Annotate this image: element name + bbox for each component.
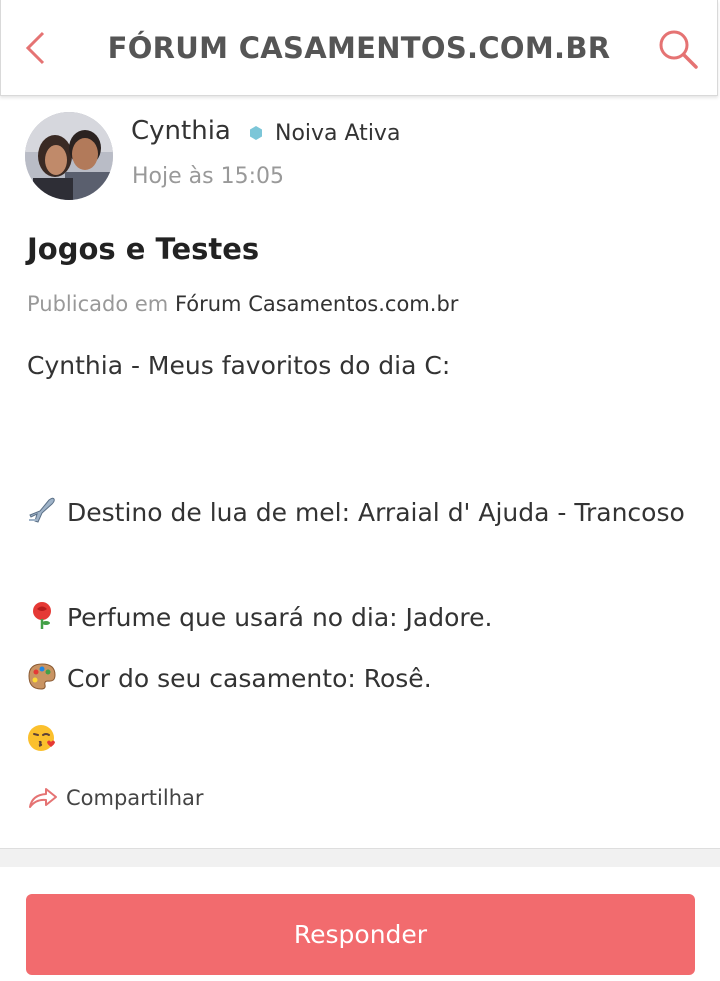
kiss-face-icon	[28, 725, 55, 751]
avatar[interactable]	[25, 112, 113, 200]
share-arrow-icon	[29, 788, 57, 808]
share-label: Compartilhar	[66, 786, 204, 810]
palette-icon	[28, 663, 56, 690]
post-line-perfume: Perfume que usará no dia: Jadore.	[27, 597, 697, 639]
search-icon[interactable]	[657, 28, 699, 70]
hexagon-badge-icon	[250, 126, 262, 140]
post-line-destino-text: Destino de lua de mel: Arraial d' Ajuda …	[67, 498, 685, 527]
airplane-icon	[29, 497, 55, 523]
post-line-destino: Destino de lua de mel: Arraial d' Ajuda …	[27, 492, 697, 534]
post-timestamp: Hoje às 15:05	[132, 164, 284, 189]
app-header: FÓRUM CASAMENTOS.COM.BR	[0, 0, 718, 96]
rose-icon	[33, 602, 51, 629]
forum-link[interactable]: Fórum Casamentos.com.br	[175, 292, 458, 316]
published-prefix: Publicado em	[27, 292, 169, 316]
post-line-cor: Cor do seu casamento: Rosê.	[27, 658, 697, 700]
post-line-intro: Cynthia - Meus favoritos do dia C:	[27, 351, 451, 380]
post-line-kiss	[27, 720, 697, 762]
post-line-cor-text: Cor do seu casamento: Rosê.	[67, 664, 432, 693]
post-title: Jogos e Testes	[27, 232, 260, 266]
post-line-perfume-text: Perfume que usará no dia: Jadore.	[67, 603, 493, 632]
reply-button[interactable]: Responder	[26, 894, 695, 975]
user-badge-label: Noiva Ativa	[275, 121, 401, 146]
chevron-left-icon[interactable]	[19, 30, 55, 66]
section-divider	[0, 848, 720, 867]
page-title: FÓRUM CASAMENTOS.COM.BR	[107, 30, 611, 65]
share-button[interactable]: Compartilhar	[27, 786, 204, 810]
author-name[interactable]: Cynthia	[131, 116, 231, 146]
avatar-photo	[25, 112, 113, 200]
published-in: Publicado em Fórum Casamentos.com.br	[27, 292, 458, 316]
